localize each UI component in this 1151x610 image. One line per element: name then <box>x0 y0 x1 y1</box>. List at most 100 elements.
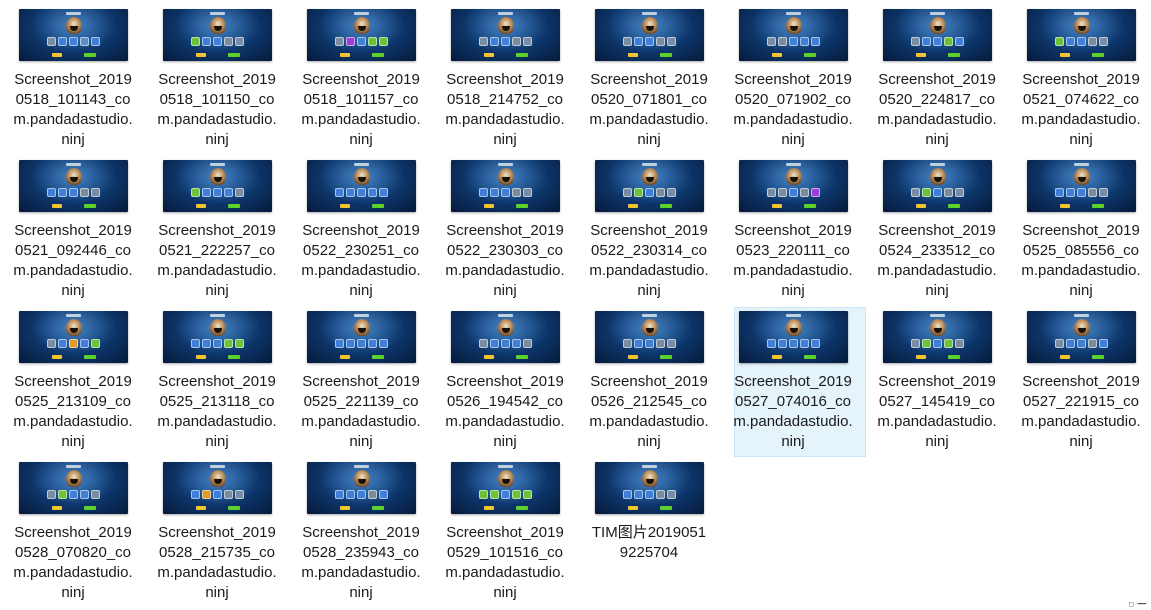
skill-icon <box>335 188 344 197</box>
skill-icon <box>667 37 676 46</box>
skill-icon <box>69 37 78 46</box>
skill-icon <box>933 37 942 46</box>
file-item[interactable]: Screenshot_20190525_221139_com.pandadast… <box>301 308 433 456</box>
skill-icon <box>213 490 222 499</box>
file-item[interactable]: Screenshot_20190518_214752_com.pandadast… <box>445 6 577 154</box>
skill-icon <box>58 37 67 46</box>
file-thumbnail <box>19 9 128 61</box>
skill-icon <box>523 490 532 499</box>
skill-icon <box>191 188 200 197</box>
skill-icon <box>357 37 366 46</box>
game-mascot-icon <box>498 470 514 487</box>
game-mascot-icon <box>498 319 514 336</box>
skill-icon <box>47 188 56 197</box>
game-mascot-icon <box>642 470 658 487</box>
file-item[interactable]: Screenshot_20190522_230314_com.pandadast… <box>589 157 721 305</box>
file-item[interactable]: Screenshot_20190521_074622_com.pandadast… <box>1021 6 1151 154</box>
skill-icon <box>944 188 953 197</box>
game-mascot-icon <box>210 168 226 185</box>
file-name-label: Screenshot_20190526_212545_com.pandadast… <box>589 373 709 450</box>
skill-icon <box>213 339 222 348</box>
skill-icon <box>1088 37 1097 46</box>
game-mascot-icon <box>354 319 370 336</box>
skill-icon <box>213 188 222 197</box>
skill-icon <box>335 37 344 46</box>
game-mascot-icon <box>786 319 802 336</box>
file-item[interactable]: Screenshot_20190527_145419_com.pandadast… <box>877 308 1009 456</box>
file-item[interactable]: Screenshot_20190520_071902_com.pandadast… <box>733 6 865 154</box>
skill-icon <box>800 37 809 46</box>
skill-icon <box>656 339 665 348</box>
skill-icon <box>623 188 632 197</box>
file-item[interactable]: Screenshot_20190528_070820_com.pandadast… <box>13 459 145 607</box>
file-item[interactable]: Screenshot_20190522_230303_com.pandadast… <box>445 157 577 305</box>
skill-icon <box>645 490 654 499</box>
skill-icon <box>1077 339 1086 348</box>
skill-icon <box>789 188 798 197</box>
file-item[interactable]: Screenshot_20190522_230251_com.pandadast… <box>301 157 433 305</box>
file-thumbnail <box>595 9 704 61</box>
file-name-label: Screenshot_20190529_101516_com.pandadast… <box>445 524 565 601</box>
file-item[interactable]: Screenshot_20190529_101516_com.pandadast… <box>445 459 577 607</box>
skill-icon <box>656 490 665 499</box>
skill-icon <box>58 339 67 348</box>
file-name-label: TIM图片20190519225704 <box>591 524 707 561</box>
skill-icon <box>368 490 377 499</box>
file-item[interactable]: Screenshot_20190525_213109_com.pandadast… <box>13 308 145 456</box>
skill-icon <box>667 339 676 348</box>
skill-icon <box>767 339 776 348</box>
file-item[interactable]: Screenshot_20190527_221915_com.pandadast… <box>1021 308 1151 456</box>
skill-icon <box>490 37 499 46</box>
file-thumbnail <box>883 160 992 212</box>
file-item[interactable]: Screenshot_20190520_071801_com.pandadast… <box>589 6 721 154</box>
file-name-label: Screenshot_20190518_214752_com.pandadast… <box>445 71 565 148</box>
skill-icon <box>634 37 643 46</box>
file-thumbnail <box>739 160 848 212</box>
file-item[interactable]: Screenshot_20190521_092446_com.pandadast… <box>13 157 145 305</box>
skill-icon <box>379 339 388 348</box>
file-thumbnail <box>451 9 560 61</box>
skill-icon <box>933 339 942 348</box>
skill-icon <box>346 37 355 46</box>
game-mascot-icon <box>498 17 514 34</box>
skill-icon <box>623 339 632 348</box>
skill-icon <box>811 37 820 46</box>
file-item[interactable]: Screenshot_20190520_224817_com.pandadast… <box>877 6 1009 154</box>
file-name-label: Screenshot_20190522_230303_com.pandadast… <box>445 222 565 299</box>
file-item[interactable]: Screenshot_20190525_085556_com.pandadast… <box>1021 157 1151 305</box>
skill-icon <box>1077 188 1086 197</box>
file-name-label: Screenshot_20190528_235943_com.pandadast… <box>301 524 421 601</box>
skill-icon <box>811 339 820 348</box>
file-thumbnail <box>595 462 704 514</box>
file-item[interactable]: Screenshot_20190518_101150_com.pandadast… <box>157 6 289 154</box>
view-toggle-icon[interactable]: □ ━━ <box>1129 601 1146 609</box>
file-thumbnail <box>307 160 416 212</box>
file-item[interactable]: TIM图片20190519225704 <box>591 459 721 607</box>
file-item[interactable]: Screenshot_20190525_213118_com.pandadast… <box>157 308 289 456</box>
file-item[interactable]: Screenshot_20190526_194542_com.pandadast… <box>445 308 577 456</box>
file-item[interactable]: Screenshot_20190523_220111_com.pandadast… <box>733 157 865 305</box>
file-item[interactable]: Screenshot_20190528_215735_com.pandadast… <box>157 459 289 607</box>
skill-icon <box>911 339 920 348</box>
skill-icon <box>667 490 676 499</box>
skill-icon <box>479 490 488 499</box>
file-item[interactable]: Screenshot_20190527_074016_com.pandadast… <box>733 307 866 457</box>
file-item[interactable]: Screenshot_20190521_222257_com.pandadast… <box>157 157 289 305</box>
game-mascot-icon <box>642 168 658 185</box>
skill-icon <box>789 37 798 46</box>
skill-icon <box>346 339 355 348</box>
file-item[interactable]: Screenshot_20190526_212545_com.pandadast… <box>589 308 721 456</box>
file-item[interactable]: Screenshot_20190524_233512_com.pandadast… <box>877 157 1009 305</box>
game-mascot-icon <box>66 470 82 487</box>
skill-icon <box>1055 188 1064 197</box>
file-item[interactable]: Screenshot_20190528_235943_com.pandadast… <box>301 459 433 607</box>
skill-icon <box>224 490 233 499</box>
file-thumbnail <box>1027 160 1136 212</box>
file-icon-grid: Screenshot_20190518_101143_com.pandadast… <box>13 6 1151 610</box>
skill-icon <box>47 339 56 348</box>
file-item[interactable]: Screenshot_20190518_101143_com.pandadast… <box>13 6 145 154</box>
file-item[interactable]: Screenshot_20190518_101157_com.pandadast… <box>301 6 433 154</box>
file-name-label: Screenshot_20190524_233512_com.pandadast… <box>877 222 997 299</box>
skill-icon <box>202 37 211 46</box>
file-thumbnail <box>451 160 560 212</box>
